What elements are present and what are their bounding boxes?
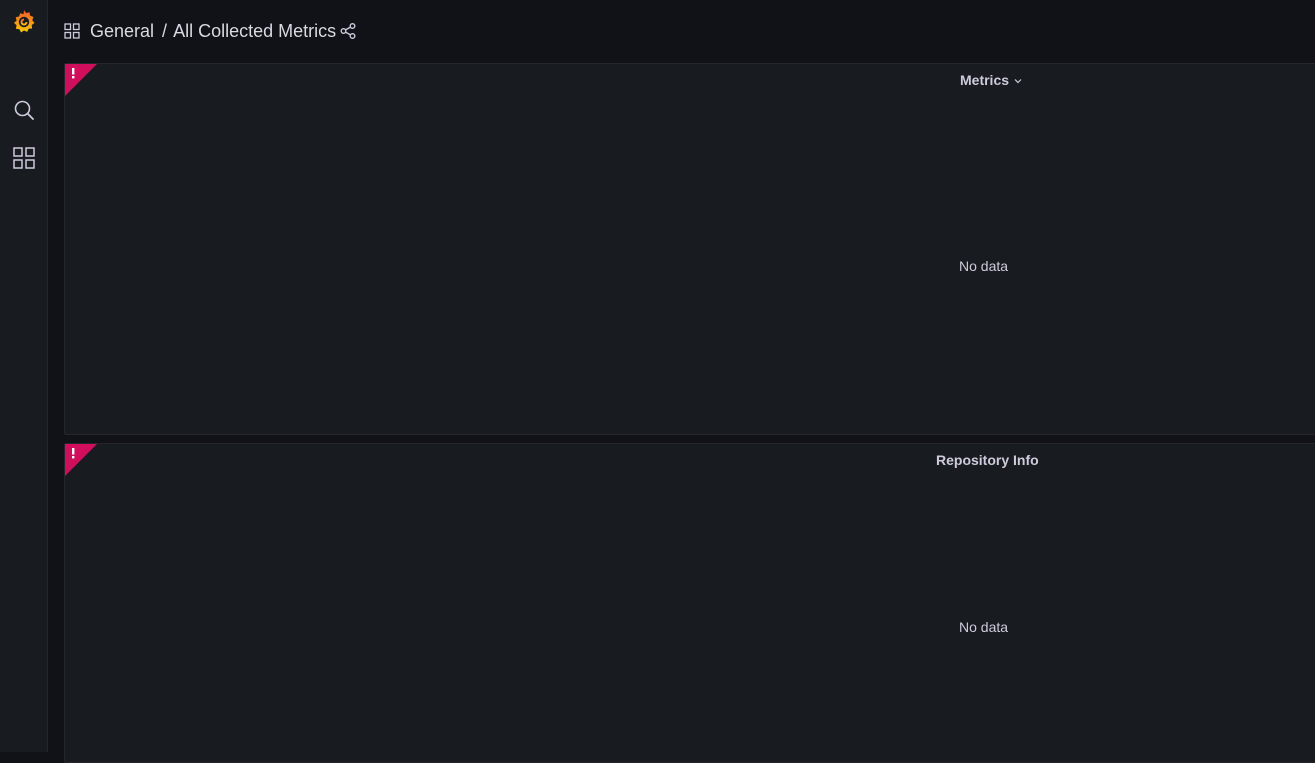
breadcrumb-separator: / — [162, 21, 168, 41]
sidebar — [0, 0, 48, 752]
breadcrumb-folder[interactable]: General — [90, 21, 154, 41]
no-data-message: No data — [959, 619, 1009, 635]
dashboard-grid-icon — [64, 23, 80, 39]
search-icon[interactable] — [12, 98, 36, 122]
panel-repository-info: Repository Info No data — [64, 443, 1315, 763]
share-icon[interactable] — [339, 22, 357, 40]
dashboards-icon[interactable] — [12, 146, 36, 170]
panel-body: No data — [65, 64, 1315, 434]
breadcrumb: General / All Collected Metrics — [90, 20, 336, 42]
grafana-logo-icon[interactable] — [10, 8, 38, 36]
panel-metrics: Metrics No data — [64, 63, 1315, 435]
panel-body: No data — [65, 444, 1315, 762]
no-data-message: No data — [959, 258, 1009, 274]
dashboard-title[interactable]: All Collected Metrics — [173, 21, 336, 41]
top-navbar: General / All Collected Metrics — [48, 0, 1315, 62]
